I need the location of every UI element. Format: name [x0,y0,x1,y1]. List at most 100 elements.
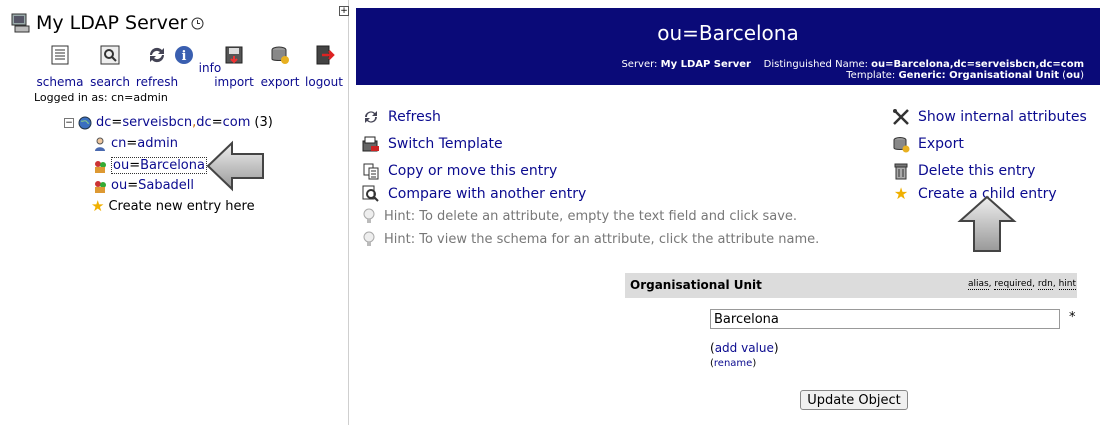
export-link[interactable]: Export [918,136,964,152]
hint-delete: Hint: To delete an attribute, empty the … [362,208,797,224]
svg-text:i: i [181,49,186,64]
tree-root-count: (3) [254,115,273,130]
logged-in-label: Logged in as: [34,91,108,104]
template-label: Template: [846,70,896,81]
export-icon [271,46,289,64]
tree-item-label[interactable]: ou=Barcelona [111,157,207,174]
entry-header: ou=Barcelona Server: My LDAP Server Dist… [356,8,1100,85]
compare-icon [362,185,379,202]
toolbar-logout[interactable]: logout [299,44,349,89]
org-unit-icon [95,180,106,193]
tools-icon [893,109,909,125]
tree-item-ou-sabadell[interactable]: ou=Sabadell [93,178,194,193]
toolbar-search[interactable]: search [85,44,135,89]
show-internal-link[interactable]: Show internal attributes [918,109,1087,125]
logged-in-attr: cn [111,91,125,104]
note-hint: hint [1058,279,1076,290]
globe-icon [78,116,92,129]
lightbulb-icon [363,208,375,223]
tree-create-label[interactable]: Create new entry here [108,199,254,214]
note-required: required [994,279,1033,290]
toolbar-refresh-label[interactable]: refresh [136,75,178,89]
star-icon: ★ [893,184,909,203]
copy-move-link[interactable]: Copy or move this entry [388,163,557,179]
tree-item-cn-admin[interactable]: cn=admin [93,136,178,151]
toolbar-export-label[interactable]: export [261,75,300,89]
hint-text: Hint: To view the schema for an attribut… [384,231,820,247]
lightbulb-icon [363,231,375,246]
tree-create-entry[interactable]: ★ Create new entry here [91,197,255,215]
refresh-icon [365,111,377,123]
search-icon [100,45,120,65]
export-icon [893,137,910,153]
copy-move-action[interactable]: Copy or move this entry [362,162,557,180]
toolbar-export[interactable]: export [255,44,305,89]
dn-label: Distinguished Name: [763,59,868,70]
delete-link[interactable]: Delete this entry [918,163,1035,179]
tree-item-label[interactable]: ou=Sabadell [111,178,194,193]
import-icon [225,46,243,64]
rename-link[interactable]: rename [714,358,752,369]
tree-root-label[interactable]: dc=serveisbcn,dc=com [96,115,250,130]
export-action[interactable]: Export [892,135,964,153]
delete-action[interactable]: Delete this entry [892,162,1035,180]
tree-root[interactable]: − dc=serveisbcn,dc=com (3) [64,115,273,130]
compare-link[interactable]: Compare with another entry [388,186,586,202]
attribute-notes: alias, required, rdn, hint [967,279,1076,290]
hint-text: Hint: To delete an attribute, empty the … [384,208,798,224]
schema-icon [51,45,69,65]
toolbar-logout-label[interactable]: logout [305,75,343,89]
refresh-link[interactable]: Refresh [388,109,441,125]
info-icon: i [174,46,193,64]
attribute-header: Organisational Unit alias, required, rdn… [625,273,1077,298]
tree-item-ou-barcelona[interactable]: ou=Barcelona [93,157,207,174]
switch-template-icon [362,136,379,152]
server-label: Server: [621,59,658,70]
star-icon: ★ [91,197,105,215]
refresh-action[interactable]: Refresh [362,108,441,126]
user-icon [95,137,105,151]
logged-in-info: Logged in as: cn=admin [34,91,168,104]
note-rdn: rdn [1037,279,1053,290]
switch-template-link[interactable]: Switch Template [388,136,503,152]
show-internal-action[interactable]: Show internal attributes [892,108,1087,126]
header-meta: Server: My LDAP Server Distinguished Nam… [621,59,1084,81]
attribute-value-input[interactable] [710,309,1060,329]
refresh-icon [149,47,165,63]
copy-icon [363,163,379,180]
add-value-link[interactable]: add value [715,341,774,355]
clock-icon[interactable] [191,17,204,30]
toolbar-search-label[interactable]: search [90,75,130,89]
dn-value: ou=Barcelona,dc=serveisbcn,dc=com [871,59,1084,70]
required-mark: * [1069,310,1076,325]
attribute-name[interactable]: Organisational Unit [630,278,762,292]
server-title-text: My LDAP Server [36,12,188,34]
toolbar-schema-label[interactable]: schema [37,75,84,89]
collapse-toggle-icon[interactable]: − [64,117,74,128]
logout-icon [316,45,335,65]
tree-panel: + My LDAP Server schema search refresh i… [0,0,349,425]
server-icon [11,13,30,33]
add-value: (add value) [710,341,779,355]
server-value: My LDAP Server [660,59,751,70]
compare-action[interactable]: Compare with another entry [362,185,586,203]
hint-schema: Hint: To view the schema for an attribut… [362,231,819,247]
page-title: ou=Barcelona [657,21,799,45]
toolbar-import-label[interactable]: import [214,75,254,89]
update-object-button[interactable]: Update Object [800,390,908,410]
left-arrow-icon [206,140,264,192]
toolbar-import[interactable]: import [209,44,259,89]
rename: (rename) [710,358,757,369]
template-oc: ou [1066,70,1081,81]
logged-in-value: admin [133,91,168,104]
tree-item-label[interactable]: cn=admin [111,136,178,151]
server-title[interactable]: My LDAP Server [10,12,204,34]
trash-icon [894,163,908,180]
note-alias: alias [967,279,989,290]
org-unit-icon [95,160,106,173]
switch-template-action[interactable]: Switch Template [362,135,503,153]
template-value: Generic: Organisational Unit [898,70,1059,81]
toolbar-schema[interactable]: schema [35,44,85,89]
up-arrow-icon [957,195,1017,252]
expand-panel-button[interactable]: + [339,6,349,16]
